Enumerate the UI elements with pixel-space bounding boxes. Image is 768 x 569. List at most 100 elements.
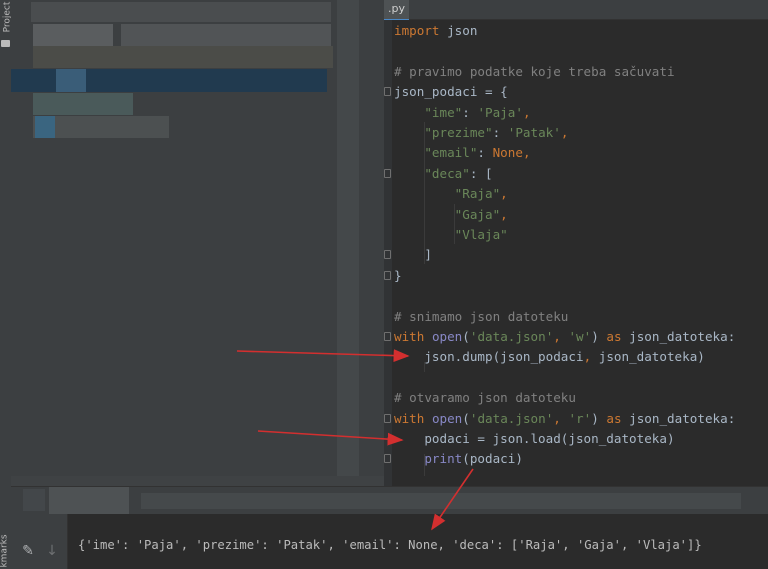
code-token: as — [606, 410, 622, 426]
code-token: "deca" — [424, 165, 470, 181]
code-line[interactable]: json.dump(json_podaci, json_datoteka) — [394, 347, 705, 367]
code-token: , — [522, 145, 531, 161]
code-line[interactable]: with open('data.json', 'r') as json_dato… — [394, 409, 735, 429]
code-token: # otvaramo json datoteku — [394, 390, 576, 406]
bookmarks-tool-tab[interactable]: kmarks — [0, 530, 11, 569]
code-line[interactable]: podaci = json.load(json_datoteka) — [394, 429, 675, 449]
fold-marker-icon[interactable] — [384, 168, 391, 178]
code-token: : — [477, 145, 493, 161]
fold-marker-icon[interactable] — [384, 250, 391, 260]
code-token: json_datoteka: — [621, 329, 736, 344]
project-panel — [11, 0, 384, 500]
code-line[interactable]: json_podaci = { — [394, 82, 508, 102]
editor-gutter — [384, 20, 392, 486]
code-token: podaci = json.load(json_datoteka) — [394, 431, 675, 446]
code-editor[interactable]: import json # pravimo podatke koje treba … — [392, 20, 768, 486]
run-toolbar: ✎ ↓ — [11, 514, 68, 569]
code-token: json_datoteka) — [598, 349, 705, 365]
wrench-icon[interactable]: ✎ — [17, 540, 39, 562]
code-token: 'w' — [568, 329, 592, 344]
code-token: with — [394, 329, 425, 344]
folder-icon — [1, 40, 10, 47]
panel-scroll-strip[interactable] — [337, 0, 359, 486]
code-line[interactable]: "prezime": 'Patak', — [394, 123, 568, 143]
fold-marker-icon[interactable] — [384, 270, 391, 280]
code-token: json_podaci = { — [394, 84, 508, 100]
code-token: "Raja" — [454, 186, 501, 202]
code-line[interactable]: print(podaci) — [394, 449, 523, 469]
code-token: open — [431, 329, 463, 344]
blurred-header — [31, 2, 331, 22]
code-line[interactable]: "Gaja", — [394, 205, 508, 225]
editor-tab[interactable]: .py — [384, 0, 409, 21]
code-token: json.dump(json_podaci — [394, 349, 584, 365]
code-line[interactable]: # otvaramo json datoteku — [394, 388, 576, 408]
run-tab[interactable] — [49, 487, 129, 517]
code-token: (podaci) — [462, 451, 523, 467]
indent-guide — [424, 454, 425, 476]
indent-guide — [454, 204, 455, 244]
code-line[interactable]: ] — [394, 245, 432, 265]
code-token: ) — [591, 410, 607, 426]
run-tab-icon[interactable] — [23, 489, 45, 511]
code-line[interactable]: with open('data.json', 'w') as json_dato… — [394, 327, 735, 347]
code-token: 'data.json' — [469, 329, 554, 344]
blurred-row — [33, 46, 333, 68]
fold-marker-icon[interactable] — [384, 332, 391, 341]
blurred-run-title — [141, 493, 741, 509]
code-token: ( — [462, 329, 470, 344]
code-token: 'r' — [568, 410, 592, 426]
code-token: json_datoteka: — [621, 410, 736, 426]
fold-marker-icon[interactable] — [384, 413, 391, 423]
scroll-down-icon[interactable]: ↓ — [41, 540, 63, 562]
code-token: None — [492, 145, 523, 161]
code-token: : — [492, 125, 508, 140]
code-token: ] — [394, 247, 432, 263]
blurred-row — [56, 69, 86, 92]
code-token: , — [553, 410, 569, 426]
code-line[interactable]: "email": None, — [394, 143, 531, 163]
bookmarks-tab-label: kmarks — [0, 534, 10, 568]
code-line[interactable]: import json — [394, 21, 477, 41]
code-token: as — [606, 329, 622, 344]
fold-marker-icon[interactable] — [384, 87, 391, 97]
code-token: "ime" — [424, 104, 463, 120]
code-token: , — [553, 329, 569, 344]
code-token: import — [394, 23, 440, 38]
code-token: "Gaja" — [454, 206, 501, 222]
code-line[interactable]: # pravimo podatke koje treba sačuvati — [394, 62, 675, 82]
code-token: , — [522, 104, 531, 120]
code-token: 'data.json' — [469, 410, 554, 426]
code-token: 'Patak' — [507, 125, 561, 140]
code-line[interactable]: "deca": [ — [394, 164, 493, 184]
indent-guide — [424, 362, 425, 372]
project-tool-tab[interactable]: Project — [0, 0, 12, 40]
code-line[interactable]: "ime": 'Paja', — [394, 103, 531, 123]
code-line[interactable]: "Vlaja" — [394, 225, 508, 245]
code-token: "email" — [424, 145, 478, 161]
code-token: # snimamo json datoteku — [394, 308, 569, 324]
code-token: open — [431, 410, 463, 426]
blurred-row — [33, 24, 113, 46]
code-token: , — [560, 125, 569, 140]
code-line[interactable]: # snimamo json datoteku — [394, 307, 568, 327]
code-token: json — [439, 23, 478, 38]
code-token: } — [394, 267, 402, 283]
code-token: : [ — [469, 165, 493, 181]
code-line[interactable]: } — [394, 266, 402, 286]
blurred-row — [35, 116, 55, 138]
code-line[interactable]: "Raja", — [394, 184, 508, 204]
code-token: ( — [462, 410, 470, 426]
run-panel-header — [11, 486, 768, 517]
indent-guide — [424, 122, 425, 264]
code-token: print — [424, 451, 463, 467]
code-token: "prezime" — [424, 125, 493, 140]
fold-marker-icon[interactable] — [384, 454, 391, 464]
code-token: : — [462, 104, 478, 120]
